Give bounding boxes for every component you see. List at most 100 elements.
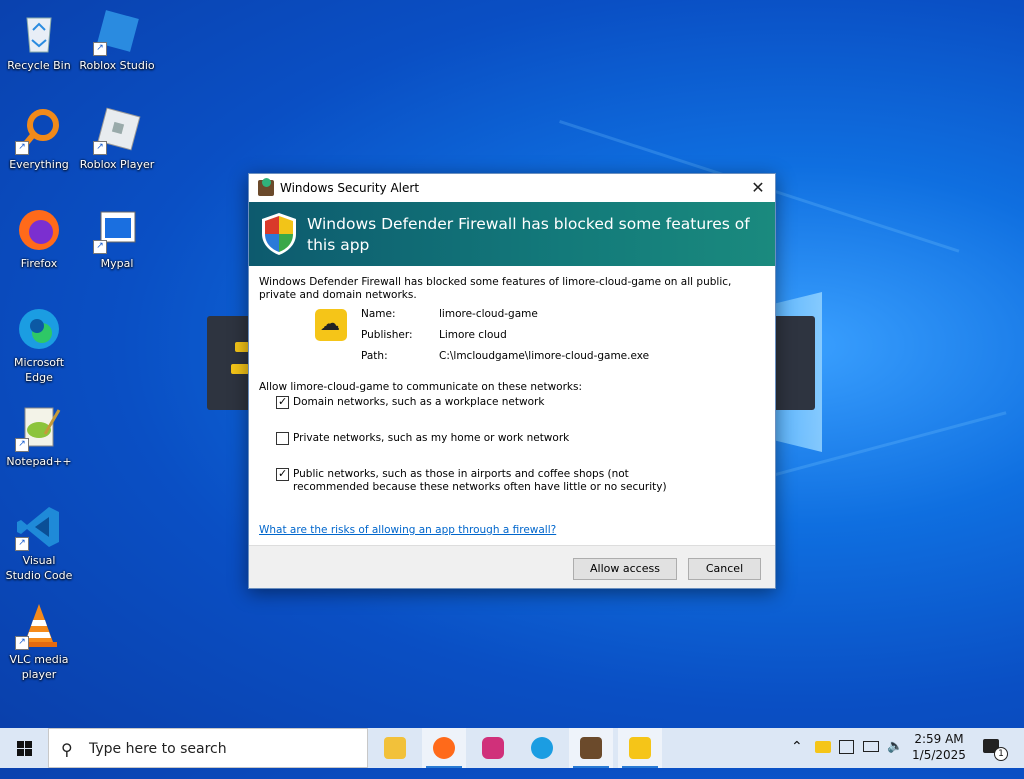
recycle-bin-icon (15, 8, 63, 56)
edge-icon (531, 737, 553, 759)
private-label: Private networks, such as my home or wor… (293, 432, 570, 444)
desktop-icon-vlc[interactable]: ↗ VLC media player (1, 602, 77, 682)
limore-cloud-icon (629, 737, 651, 759)
taskbar-app[interactable] (471, 728, 515, 768)
publisher-label: Publisher: (361, 329, 413, 341)
file-explorer-icon (384, 737, 406, 759)
desktop-icon-roblox-studio[interactable]: ↗ Roblox Studio (79, 8, 155, 73)
shortcut-arrow-icon: ↗ (15, 141, 29, 155)
desktop-icon-label: Everything (9, 158, 69, 171)
dialog-footer: Allow access Cancel (249, 545, 775, 588)
name-label: Name: (361, 308, 396, 320)
private-checkbox[interactable] (276, 432, 289, 445)
firewall-icon (258, 178, 274, 196)
path-label: Path: (361, 350, 388, 362)
name-row: Name: limore-cloud-game (361, 306, 649, 327)
taskbar-edge[interactable] (520, 728, 564, 768)
tray-network-icon[interactable] (863, 741, 879, 752)
security-alert-dialog: Windows Security Alert ✕ Windows Defende… (248, 173, 776, 589)
shortcut-arrow-icon: ↗ (15, 636, 29, 650)
clock-time: 2:59 AM (914, 732, 964, 746)
tray-network-security-icon[interactable] (839, 740, 854, 754)
desktop-icon-roblox-player[interactable]: ↗ Roblox Player (79, 107, 155, 172)
desktop-icon-label: Notepad++ (6, 455, 72, 468)
desktop-icon-notepadpp[interactable]: ↗ Notepad++ (1, 404, 77, 469)
desktop-icon-firefox[interactable]: Firefox (1, 206, 77, 271)
intro-text: Windows Defender Firewall has blocked so… (259, 276, 732, 301)
option-private[interactable]: Private networks, such as my home or wor… (276, 432, 693, 445)
edge-icon (15, 305, 63, 353)
desktop-icon-label: Visual Studio Code (5, 554, 73, 582)
vlc-icon: ↗ (15, 602, 63, 650)
notification-count: 1 (994, 747, 1008, 761)
desktop-icon-label: Roblox Studio (79, 59, 155, 72)
shortcut-arrow-icon: ↗ (15, 537, 29, 551)
limore-cloud-icon (315, 309, 347, 341)
shortcut-arrow-icon: ↗ (93, 42, 107, 56)
search-placeholder: Type here to search (89, 741, 227, 757)
desktop-icon-label: Recycle Bin (7, 59, 71, 72)
system-clock[interactable]: 2:59 AM 1/5/2025 (904, 731, 974, 763)
name-value: limore-cloud-game (439, 308, 538, 320)
tray-volume-icon[interactable]: 🔈 (887, 739, 903, 779)
desktop-icon-label: Firefox (20, 257, 58, 270)
clock-date: 1/5/2025 (912, 748, 966, 762)
desktop-icon-label: Mypal (100, 257, 134, 270)
desktop-icon-recycle-bin[interactable]: Recycle Bin (1, 8, 77, 73)
domain-checkbox[interactable] (276, 396, 289, 409)
desktop-icon-everything[interactable]: ↗ Everything (1, 107, 77, 172)
firefox-icon (15, 206, 63, 254)
allow-access-button[interactable]: Allow access (573, 558, 677, 580)
dialog-titlebar[interactable]: Windows Security Alert ✕ (249, 174, 775, 202)
app-decoration (235, 342, 249, 352)
shortcut-arrow-icon: ↗ (15, 438, 29, 452)
path-row: Path: C:\lmcloudgame\limore-cloud-game.e… (361, 348, 649, 369)
tray-limore-icon[interactable] (815, 741, 831, 753)
dialog-content: Windows Defender Firewall has blocked so… (249, 266, 775, 548)
alert-banner: Windows Defender Firewall has blocked so… (249, 202, 775, 266)
public-checkbox[interactable] (276, 468, 289, 481)
windows-logo-icon (17, 741, 32, 756)
shield-icon (260, 212, 298, 256)
public-label: Public networks, such as those in airpor… (293, 468, 667, 493)
roblox-player-icon: ↗ (93, 107, 141, 155)
vscode-icon: ↗ (15, 503, 63, 551)
desktop-icon-mypal[interactable]: ↗ Mypal (79, 206, 155, 271)
option-domain[interactable]: Domain networks, such as a workplace net… (276, 396, 693, 409)
roblox-studio-icon: ↗ (93, 8, 141, 56)
desktop-icon-edge[interactable]: Microsoft Edge (1, 305, 77, 385)
desktop-icon-label: VLC media player (9, 653, 69, 681)
app-info: Name: limore-cloud-game Publisher: Limor… (361, 306, 649, 369)
shortcut-arrow-icon: ↗ (93, 240, 107, 254)
path-value: C:\lmcloudgame\limore-cloud-game.exe (439, 350, 650, 362)
firefox-icon (433, 737, 455, 759)
dialog-title: Windows Security Alert (280, 181, 420, 195)
taskbar-firefox[interactable] (422, 728, 466, 768)
firewall-risks-link[interactable]: What are the risks of allowing an app th… (259, 524, 556, 536)
taskbar-limore-cloud[interactable] (618, 728, 662, 768)
app-decoration (231, 364, 249, 374)
cancel-button[interactable]: Cancel (688, 558, 761, 580)
search-box[interactable]: ⚲ Type here to search (48, 728, 368, 768)
desktop-icon-vscode[interactable]: ↗ Visual Studio Code (1, 503, 77, 583)
option-public[interactable]: Public networks, such as those in airpor… (276, 468, 693, 494)
search-icon: ⚲ (61, 740, 73, 759)
close-button[interactable]: ✕ (741, 174, 775, 202)
security-app-icon (580, 737, 602, 759)
notepad-plus-plus-icon: ↗ (15, 404, 63, 452)
banner-heading: Windows Defender Firewall has blocked so… (307, 215, 750, 254)
start-button[interactable] (0, 728, 48, 768)
allow-instructions: Allow limore-cloud-game to communicate o… (259, 381, 582, 393)
taskbar-security[interactable] (569, 728, 613, 768)
everything-search-icon: ↗ (15, 107, 63, 155)
tray-chevron-icon[interactable]: ⌃ (791, 739, 803, 779)
publisher-value: Limore cloud (439, 329, 507, 341)
shortcut-arrow-icon: ↗ (93, 141, 107, 155)
mypal-icon: ↗ (93, 206, 141, 254)
publisher-row: Publisher: Limore cloud (361, 327, 649, 348)
app-icon (482, 737, 504, 759)
domain-label: Domain networks, such as a workplace net… (293, 396, 545, 408)
taskbar-file-explorer[interactable] (373, 728, 417, 768)
desktop-icon-label: Microsoft Edge (13, 356, 65, 384)
taskbar: ⚲ Type here to search ⌃ 🔈 2:59 AM 1/5/20… (0, 728, 1024, 768)
